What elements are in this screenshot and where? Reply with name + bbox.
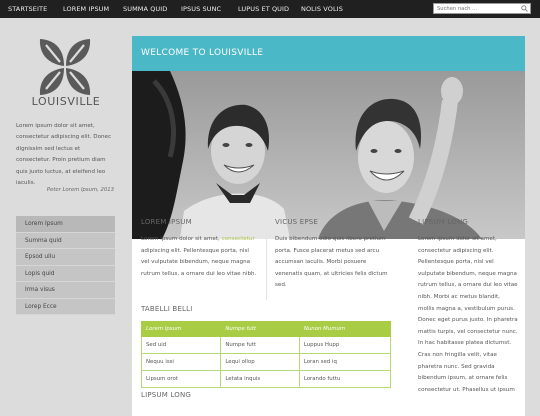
nav-item-startseite[interactable]: STARTSEITE: [8, 0, 47, 18]
table-header-cell: Lorem Ipsum: [140, 321, 222, 337]
column-heading-lorem-ipsum: LOREM IPSUM: [141, 218, 192, 226]
table-cell: Lequi ollop: [220, 353, 300, 371]
welcome-banner: WELCOME TO LOUISVILLE: [132, 36, 525, 71]
nav-item-summa-quid[interactable]: SUMMA QUID: [123, 0, 167, 18]
table-cell: Nequu issi: [140, 353, 222, 371]
sidebar-item-epsod-ullu[interactable]: Epsod ullu: [16, 249, 115, 266]
search-input[interactable]: [434, 4, 521, 13]
column-text-vicus-epse: Duis bibendum odio quis libero pretium p…: [275, 236, 388, 289]
table-cell: Letata inquis: [220, 370, 300, 388]
sidebar-item-irma-visus[interactable]: Irma visus: [16, 282, 115, 299]
sidebar-menu: Lorem Ipsum Summa quid Epsod ullu Lopis …: [16, 216, 115, 315]
column-heading-vicus-epse: VICUS EPSE: [275, 218, 319, 226]
nav-item-nolis-volis[interactable]: NOLIS VOLIS: [301, 0, 343, 18]
sidebar-intro-text: Lorem ipsum dolor sit amet, consectetur …: [16, 123, 112, 187]
nav-item-lupus-et-quid[interactable]: LUPUS ET QUID: [238, 0, 289, 18]
table-heading: TABELLI BELLI: [141, 305, 193, 313]
table-row: Nequu issi Lequi ollop Loran sed iq: [140, 353, 392, 371]
column-text-part: Lorem ipsum dolor sit amet,: [141, 236, 222, 242]
brand-name: LOUISVILLE: [31, 95, 101, 108]
table-cell: Lipsum orot: [140, 370, 222, 388]
sidebar-item-lopis-quid[interactable]: Lopis quid: [16, 265, 115, 282]
column-text-lipsum-long: Lorem ipsum dolor sit amet, consectetur …: [418, 236, 518, 393]
consectetur-link[interactable]: consectetur: [222, 236, 255, 242]
table-row: Sed uid Numpe futt Luppus Hupp: [140, 336, 392, 354]
table-cell: Sed uid: [140, 336, 222, 354]
column-divider: [266, 212, 267, 300]
table-cell: Loran sed iq: [298, 353, 392, 371]
table-cell: Lorando futtu: [298, 370, 392, 388]
page-title: WELCOME TO LOUISVILLE: [141, 48, 264, 58]
table-cell: Numpe futt: [220, 336, 300, 354]
column-text-part: adipiscing elit. Pellentesque porta, nis…: [141, 247, 257, 277]
column-text-lorem-ipsum: Lorem ipsum dolor sit amet, consectetur …: [141, 234, 259, 280]
bottom-heading: LIPSUM LONG: [141, 391, 192, 399]
table-header-cell: Nunon Mumum: [298, 321, 392, 337]
hero-photo: [132, 71, 525, 239]
logo-icon[interactable]: [34, 36, 96, 98]
column-heading-lipsum-long: LIPSUM LONG: [418, 218, 469, 226]
main-content: WELCOME TO LOUISVILLE LOREM IPSUM Lorem …: [132, 36, 525, 416]
table-cell: Luppus Hupp: [298, 336, 392, 354]
nav-item-lorem-ipsum[interactable]: LOREM IPSUM: [63, 0, 109, 18]
top-navigation: STARTSEITE LOREM IPSUM SUMMA QUID IPSUS …: [0, 0, 540, 18]
search-box: [433, 3, 531, 14]
table-row: Lipsum orot Letata inquis Lorando futtu: [140, 370, 392, 388]
nav-item-ipsus-sunc[interactable]: IPSUS SUNC: [181, 0, 221, 18]
data-table: Lorem Ipsum Numpe futt Nunon Mumum Sed u…: [140, 321, 392, 388]
sidebar-item-lorem-ipsum[interactable]: Lorem Ipsum: [16, 216, 115, 233]
sidebar-item-lorep-ecce[interactable]: Lorep Ecce: [16, 298, 115, 315]
sidebar-item-summa-quid[interactable]: Summa quid: [16, 232, 115, 249]
table-header-cell: Numpe futt: [220, 321, 300, 337]
table-header-row: Lorem Ipsum Numpe futt Nunon Mumum: [140, 321, 392, 337]
search-icon[interactable]: [521, 5, 528, 12]
sidebar-quote-author: Peter Lorem Ipsum, 2013: [46, 187, 114, 193]
